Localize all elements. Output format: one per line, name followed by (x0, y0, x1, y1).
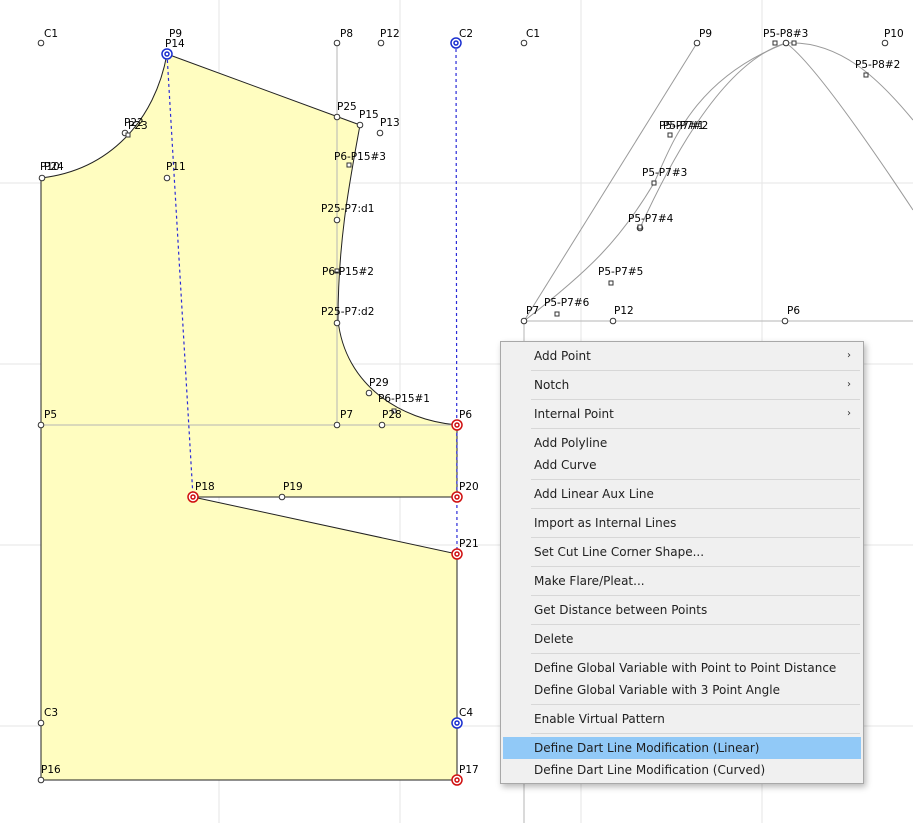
label-p11: P11 (166, 161, 186, 173)
label-p15: P15 (359, 109, 379, 121)
menu-separator (531, 508, 860, 509)
menu-item-set-cut-line-corner[interactable]: Set Cut Line Corner Shape... (503, 541, 861, 563)
label-p19: P19 (283, 481, 303, 493)
virtual-point-labels: C1 P9 P5-P8#3 P10 P5-P8#2 P5-P7#1 P5-P7#… (526, 28, 904, 317)
label-r-p6: P6 (787, 305, 800, 317)
label-p16: P16 (41, 764, 61, 776)
menu-item-get-distance[interactable]: Get Distance between Points (503, 599, 861, 621)
label-p5: P5 (44, 409, 57, 421)
menu-item-enable-virtual-pattern[interactable]: Enable Virtual Pattern (503, 708, 861, 730)
submenu-arrow-icon: › (847, 379, 851, 390)
label-p12: P12 (380, 28, 400, 40)
label-p21: P21 (459, 538, 479, 550)
label-r-p5-p7-2: P5-P7#2 (663, 120, 708, 132)
menu-separator (531, 595, 860, 596)
label-p6-p15-3: P6-P15#3 (334, 151, 386, 163)
menu-item-make-flare-pleat[interactable]: Make Flare/Pleat... (503, 570, 861, 592)
label-r-p9: P9 (699, 28, 712, 40)
label-p23: P23 (128, 120, 148, 132)
label-p13: P13 (380, 117, 400, 129)
label-p20: P20 (459, 481, 479, 493)
label-r-p7: P7 (526, 305, 539, 317)
label-r-p10: P10 (884, 28, 904, 40)
label-r-p5-p8: P5-P8#3 (763, 28, 808, 40)
menu-separator (531, 704, 860, 705)
label-p24: P24 (44, 161, 64, 173)
menu-separator (531, 479, 860, 480)
menu-label: Notch (534, 378, 570, 392)
label-p25-p7-d2: P25-P7:d2 (321, 306, 374, 318)
menu-item-add-point[interactable]: Add Point › (503, 345, 861, 367)
menu-item-add-curve[interactable]: Add Curve (503, 454, 861, 476)
label-p29: P29 (369, 377, 389, 389)
submenu-arrow-icon: › (847, 408, 851, 419)
virtual-pattern (523, 42, 913, 322)
submenu-arrow-icon: › (847, 350, 851, 361)
label-r-c1: C1 (526, 28, 540, 40)
menu-separator (531, 428, 860, 429)
label-p17: P17 (459, 764, 479, 776)
menu-item-add-polyline[interactable]: Add Polyline (503, 432, 861, 454)
menu-item-notch[interactable]: Notch › (503, 374, 861, 396)
menu-label: Add Point (534, 349, 591, 363)
menu-item-global-var-distance[interactable]: Define Global Variable with Point to Poi… (503, 657, 861, 679)
label-c3: C3 (44, 707, 58, 719)
label-p6: P6 (459, 409, 472, 421)
menu-separator (531, 624, 860, 625)
label-c4: C4 (459, 707, 473, 719)
menu-item-import-internal-lines[interactable]: Import as Internal Lines (503, 512, 861, 534)
menu-separator (531, 566, 860, 567)
menu-separator (531, 370, 860, 371)
label-p14: P14 (165, 38, 185, 50)
label-r-p5-p7-5: P5-P7#5 (598, 266, 643, 278)
label-p25-p7-d1: P25-P7:d1 (321, 203, 374, 215)
label-r-p5-p7-6: P5-P7#6 (544, 297, 590, 309)
menu-label: Internal Point (534, 407, 614, 421)
menu-separator (531, 399, 860, 400)
menu-item-dart-linear[interactable]: Define Dart Line Modification (Linear) (503, 737, 861, 759)
label-p8: P8 (340, 28, 353, 40)
label-r-p5-p7-4: P5-P7#4 (628, 213, 674, 225)
label-p6-p15-2: P6-P15#2 (322, 266, 374, 278)
menu-item-add-linear-aux-line[interactable]: Add Linear Aux Line (503, 483, 861, 505)
menu-item-delete[interactable]: Delete (503, 628, 861, 650)
label-r-p5-p8-2: P5-P8#2 (855, 59, 900, 71)
label-c1: C1 (44, 28, 58, 40)
menu-item-dart-curved[interactable]: Define Dart Line Modification (Curved) (503, 759, 861, 781)
label-r-p5-p7-3: P5-P7#3 (642, 167, 687, 179)
label-r-p12: P12 (614, 305, 634, 317)
label-p6-p15-1: P6-P15#1 (378, 393, 430, 405)
context-menu: Add Point › Notch › Internal Point › Add… (500, 341, 864, 784)
menu-separator (531, 733, 860, 734)
label-c2: C2 (459, 28, 473, 40)
label-p28: P28 (382, 409, 402, 421)
menu-item-internal-point[interactable]: Internal Point › (503, 403, 861, 425)
label-p7: P7 (340, 409, 353, 421)
menu-separator (531, 653, 860, 654)
label-p25: P25 (337, 101, 357, 113)
menu-separator (531, 537, 860, 538)
menu-item-global-var-angle[interactable]: Define Global Variable with 3 Point Angl… (503, 679, 861, 701)
label-p18: P18 (195, 481, 215, 493)
